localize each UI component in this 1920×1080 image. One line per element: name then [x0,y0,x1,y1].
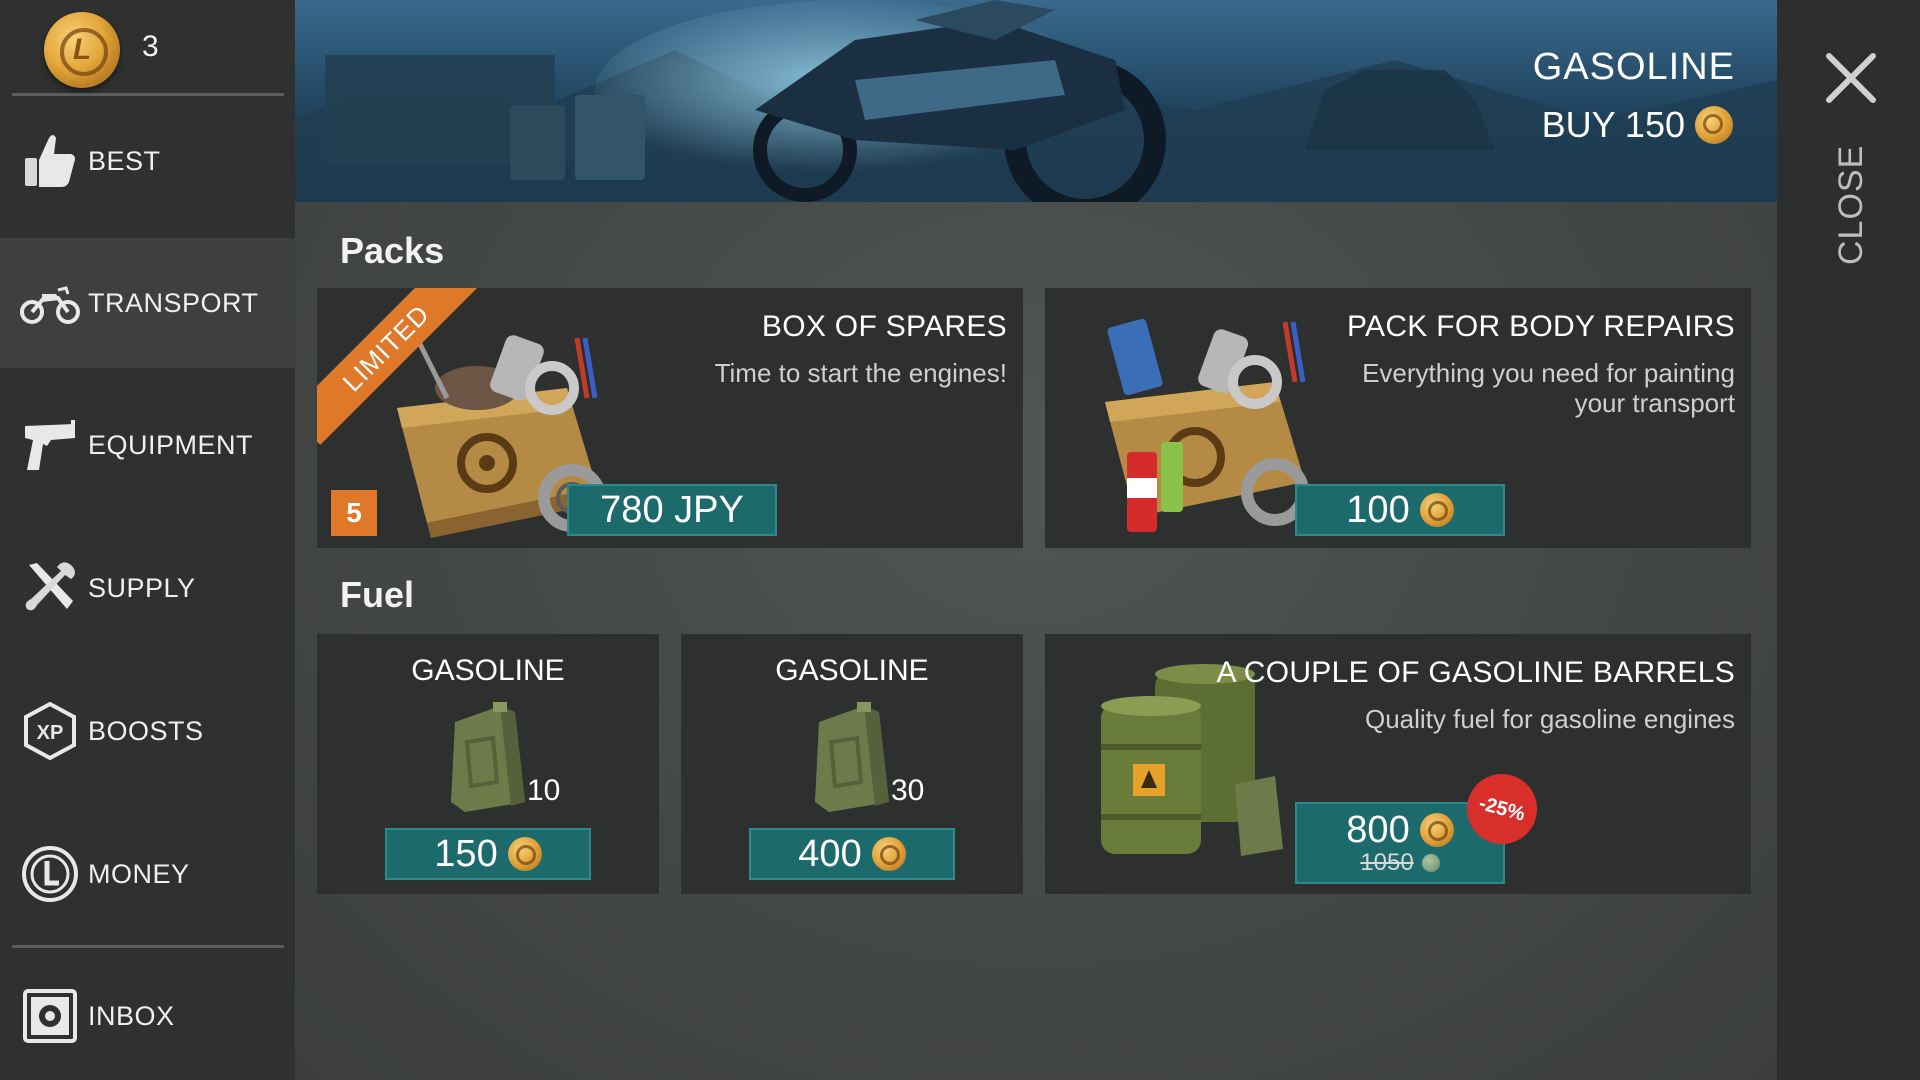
offer-card-gasoline-30[interactable]: GASOLINE 30 400 [681,634,1023,894]
old-price-row: 1050 [1360,849,1440,876]
sidebar-item-boosts[interactable]: XP BOOSTS [0,666,295,796]
offer-description: Everything you need for painting your tr… [1362,358,1735,418]
tools-icon [20,558,80,618]
price-label: 800 [1346,809,1410,851]
sidebar-item-label: MONEY [88,858,190,889]
sidebar-item-label: SUPPLY [88,572,196,603]
coin-icon [1421,854,1440,872]
offer-card-gasoline-10[interactable]: GASOLINE 10 150 [317,634,659,894]
close-button[interactable]: CLOSE [1832,145,1872,265]
quantity-label: 30 [891,774,925,807]
coin-icon [507,837,542,871]
offer-title: BOX OF SPARES [761,310,1007,343]
close-icon[interactable] [1825,52,1877,104]
price-label: 150 [434,832,498,875]
price-label: 100 [1346,488,1410,531]
coin-icon [1419,813,1454,847]
coin-icon [1419,493,1454,527]
offer-title: GASOLINE [411,654,565,687]
sidebar: L 3 BEST TRANSPORT EQUIPMENT SUPPLY XP B… [0,0,295,1080]
barrels-image [1101,664,1283,856]
sidebar-item-label: BOOSTS [88,715,204,746]
coin-icon [871,837,906,871]
buy-button[interactable]: 400 [749,828,955,880]
offer-card-body-repairs[interactable]: PACK FOR BODY REPAIRS Everything you nee… [1045,288,1751,548]
currency-count: 3 [142,30,159,63]
coin-icon [1695,106,1733,144]
shop-content: Packs LIMITED 5 BOX OF SPARES Time to st… [295,202,1777,1080]
xp-icon: XP [20,701,80,761]
quantity-label: 10 [527,774,561,807]
buy-button[interactable]: 150 [385,828,591,880]
offer-card-gasoline-barrels[interactable]: A COUPLE OF GASOLINE BARRELS Quality fue… [1045,634,1751,894]
sidebar-item-best[interactable]: BEST [0,96,295,226]
jerrycan-icon [815,702,889,812]
offer-title: A COUPLE OF GASOLINE BARRELS [1216,656,1735,689]
offer-title: PACK FOR BODY REPAIRS [1346,310,1735,343]
sidebar-item-label: BEST [88,145,161,176]
close-panel: CLOSE [1777,0,1920,1080]
sidebar-item-equipment[interactable]: EQUIPMENT [0,380,295,510]
banner-title: GASOLINE [1532,46,1735,88]
offer-description: Time to start the engines! [714,358,1007,388]
coin-icon [20,844,80,904]
banner-buy-button[interactable]: BUY 150 [1542,104,1733,146]
section-title-fuel: Fuel [340,574,415,615]
inbox-icon [20,986,80,1046]
old-price-label: 1050 [1360,849,1414,876]
offer-card-box-of-spares[interactable]: LIMITED 5 BOX OF SPARES Time to start th… [317,288,1023,548]
sidebar-item-label: INBOX [88,1000,175,1031]
sidebar-item-label: EQUIPMENT [88,429,254,460]
price-label: 400 [798,832,862,875]
sidebar-item-money[interactable]: MONEY [0,809,295,939]
stock-count-badge: 5 [331,490,377,536]
featured-banner[interactable]: GASOLINE BUY 150 [295,0,1777,202]
jerrycan-icon [451,702,525,812]
coin-icon: L [44,12,120,88]
price-label: 780 JPY [600,488,744,531]
sidebar-item-inbox[interactable]: INBOX [0,952,295,1080]
sidebar-item-transport[interactable]: TRANSPORT [0,238,295,368]
pistol-icon [20,415,80,475]
currency-display: L 3 [12,0,284,96]
sidebar-divider [12,945,284,948]
sidebar-item-supply[interactable]: SUPPLY [0,523,295,653]
motorcycle-icon [20,273,80,333]
section-title-packs: Packs [340,230,445,271]
offer-description: Quality fuel for gasoline engines [1364,704,1735,734]
thumbs-up-icon [20,131,80,191]
price-row: 800 [1346,809,1454,851]
sidebar-item-label: TRANSPORT [88,287,259,318]
buy-button[interactable]: 100 [1295,484,1505,536]
svg-text:XP: XP [37,722,64,744]
banner-buy-label: BUY 150 [1541,104,1685,145]
offer-title: GASOLINE [775,654,929,687]
banner-artwork [295,0,1777,202]
buy-button[interactable]: 780 JPY [567,484,777,536]
